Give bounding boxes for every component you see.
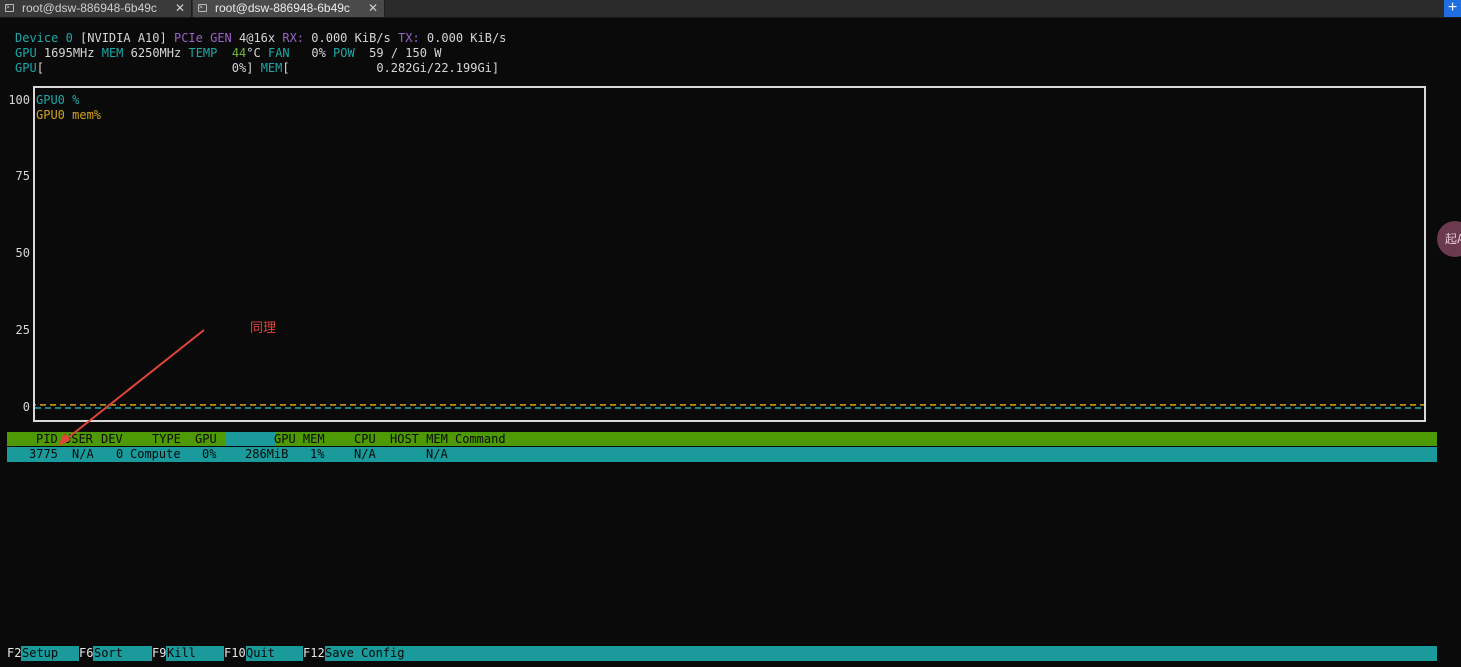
f2-key[interactable]: F2 (7, 646, 22, 661)
setup-button[interactable]: Setup (22, 646, 58, 661)
f12-key[interactable]: F12 (303, 646, 325, 661)
function-key-bar: F2 Setup F6 Sort F9 Kill F10 Quit F12 Sa… (7, 646, 1437, 661)
save-config-button[interactable]: Save Config (325, 646, 404, 661)
quit-button[interactable]: Quit (246, 646, 275, 661)
f9-key[interactable]: F9 (152, 646, 167, 661)
f10-key[interactable]: F10 (224, 646, 246, 661)
kill-button[interactable]: Kill (167, 646, 196, 661)
sort-button[interactable]: Sort (94, 646, 123, 661)
f6-key[interactable]: F6 (79, 646, 94, 661)
annotation-arrow (58, 329, 205, 446)
